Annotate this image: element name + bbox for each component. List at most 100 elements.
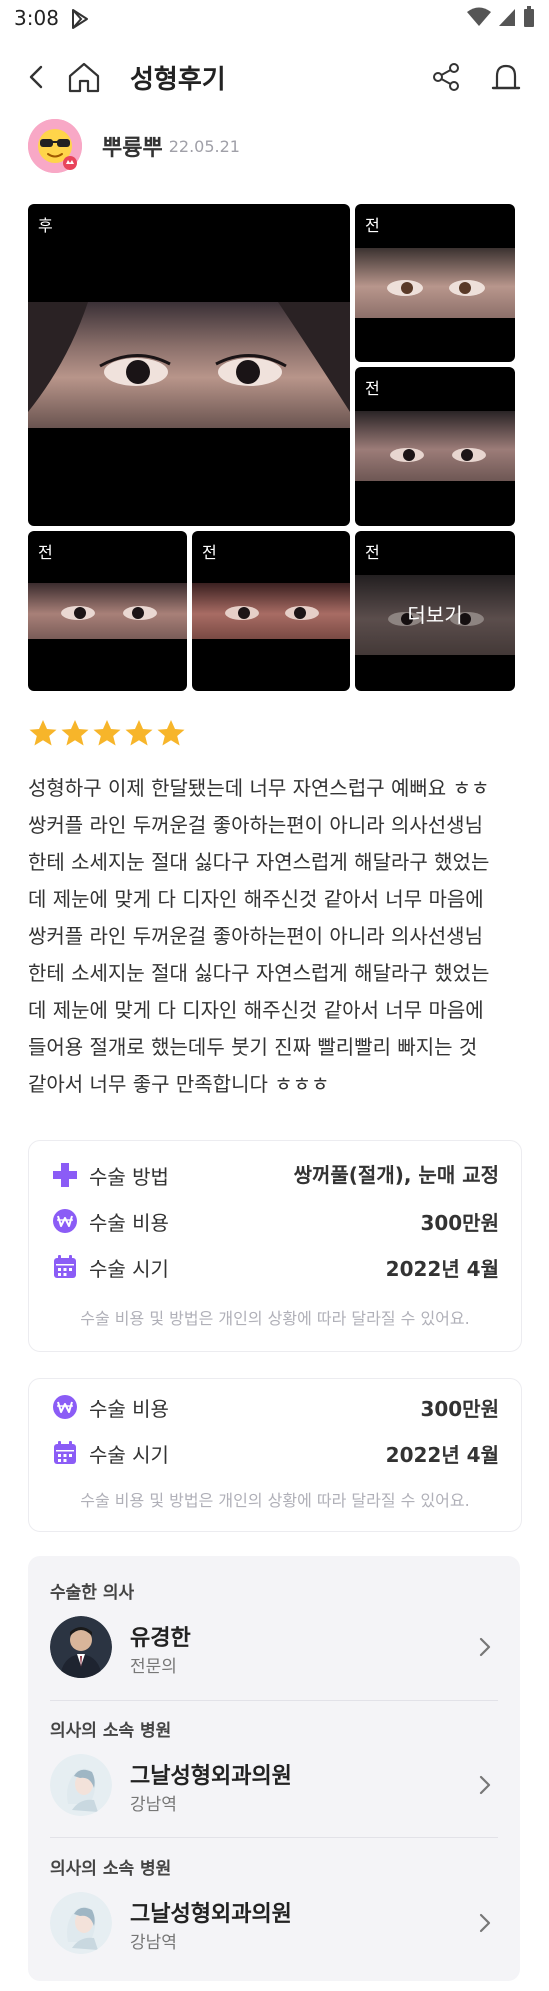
star-icon bbox=[61, 720, 89, 746]
plus-icon bbox=[51, 1161, 79, 1189]
hospital-location: 강남역 bbox=[130, 1795, 177, 1815]
share-button[interactable] bbox=[426, 57, 466, 97]
eye-photo-image bbox=[355, 411, 515, 481]
surgery-info-card-2: 수술 비용 300만원 수술 시기 2022년 4월 수술 비용 및 방법은 개… bbox=[28, 1378, 522, 1532]
doctor-title: 전문의 bbox=[130, 1657, 177, 1677]
won-icon bbox=[51, 1393, 79, 1421]
eyes-image bbox=[61, 606, 157, 620]
share-icon bbox=[433, 63, 459, 91]
photo-before-1[interactable]: 전 bbox=[355, 204, 515, 362]
review-line: 같아서 너무 좋구 만족합니다 ㅎㅎㅎ bbox=[28, 1072, 330, 1096]
surgery-time-value: 2022년 4월 bbox=[385, 1442, 499, 1467]
calendar-icon bbox=[51, 1253, 79, 1281]
eye-photo-image bbox=[28, 583, 187, 639]
battery-icon bbox=[524, 6, 534, 27]
eyes-image bbox=[28, 302, 350, 412]
chevron-left-icon bbox=[29, 65, 43, 89]
surgery-method-value: 쌍꺼풀(절개), 눈매 교정 bbox=[293, 1163, 499, 1187]
eye-photo-image bbox=[355, 248, 515, 318]
page-title: 성형후기 bbox=[130, 65, 226, 95]
photo-before-3[interactable]: 전 bbox=[28, 531, 187, 691]
author-name: 뿌륭뿌 bbox=[102, 136, 163, 161]
play-store-icon bbox=[70, 8, 90, 34]
review-line: 한테 소세지눈 절대 싫다구 자연스럽게 해달라구 했었는 bbox=[28, 850, 490, 874]
more-photos-label: 더보기 bbox=[407, 603, 463, 627]
author-avatar[interactable] bbox=[28, 119, 82, 173]
photo-before-4[interactable]: 전 bbox=[192, 531, 350, 691]
eyes-image bbox=[387, 280, 485, 296]
won-icon bbox=[51, 1207, 79, 1235]
surgery-method-label: 수술 방법 bbox=[89, 1164, 169, 1189]
divider bbox=[50, 1837, 498, 1838]
divider bbox=[50, 1700, 498, 1701]
surgery-time-value: 2022년 4월 bbox=[385, 1256, 499, 1281]
rating-stars bbox=[28, 718, 186, 748]
doctor-name: 유경한 bbox=[130, 1626, 191, 1651]
signal-icon bbox=[499, 9, 515, 26]
sunglasses-emoji-icon bbox=[28, 119, 82, 173]
review-line: 데 제눈에 맞게 다 디자인 해주신것 같아서 너무 마음에 bbox=[28, 998, 484, 1022]
surgery-time-label: 수술 시기 bbox=[89, 1442, 169, 1467]
surgery-cost-label: 수술 비용 bbox=[89, 1396, 169, 1421]
eye-photo-image bbox=[28, 302, 350, 428]
doctor-item[interactable]: 유경한 전문의 bbox=[50, 1616, 498, 1680]
surgery-cost-label: 수술 비용 bbox=[89, 1210, 169, 1235]
surgery-cost-value: 300만원 bbox=[420, 1396, 499, 1421]
review-line: 들어용 절개로 했는데두 붓기 진짜 빨리빨리 빠지는 것 bbox=[28, 1035, 478, 1059]
surgery-cost-value: 300만원 bbox=[420, 1210, 499, 1235]
eyes-image bbox=[225, 606, 319, 620]
star-icon bbox=[29, 720, 57, 746]
siren-icon bbox=[491, 64, 521, 90]
hospital-logo bbox=[50, 1892, 112, 1954]
doctor-photo bbox=[50, 1616, 112, 1678]
eye-photo-image bbox=[192, 583, 350, 639]
status-time: 3:08 bbox=[14, 6, 59, 30]
surgery-time-label: 수술 시기 bbox=[89, 1256, 169, 1281]
star-icon bbox=[93, 720, 121, 746]
home-icon bbox=[68, 62, 100, 93]
chevron-right-icon bbox=[472, 1910, 498, 1936]
doctor-heading: 수술한 의사 bbox=[50, 1583, 135, 1603]
hospital-logo bbox=[50, 1754, 112, 1816]
review-line: 성형하구 이제 한달됐는데 너무 자연스럽구 예뻐요 ㅎㅎ bbox=[28, 776, 490, 800]
surgery-info-note: 수술 비용 및 방법은 개인의 상황에 따라 달라질 수 있어요. bbox=[80, 1491, 470, 1510]
chevron-right-icon bbox=[472, 1772, 498, 1798]
review-line: 한테 소세지눈 절대 싫다구 자연스럽게 해달라구 했었는 bbox=[28, 961, 490, 985]
surgery-info-note: 수술 비용 및 방법은 개인의 상황에 따라 달라질 수 있어요. bbox=[80, 1309, 470, 1328]
report-button[interactable] bbox=[486, 57, 526, 97]
hospital-heading: 의사의 소속 병원 bbox=[50, 1859, 172, 1879]
photo-tag-before: 전 bbox=[202, 543, 217, 562]
home-button[interactable] bbox=[64, 57, 104, 97]
surgery-info-card: 수술 방법 쌍꺼풀(절개), 눈매 교정 수술 비용 300만원 수술 시기 2… bbox=[28, 1140, 522, 1352]
photo-before-5-more[interactable]: 전 더보기 bbox=[355, 531, 515, 691]
chevron-right-icon bbox=[472, 1634, 498, 1660]
surgery-cost-row: 수술 비용 300만원 bbox=[51, 1205, 499, 1237]
hospital-location: 강남역 bbox=[130, 1933, 177, 1953]
hospital-name: 그날성형외과의원 bbox=[130, 1764, 292, 1789]
back-button[interactable] bbox=[18, 59, 54, 95]
hospital-name: 그날성형외과의원 bbox=[130, 1902, 292, 1927]
photo-tag-before: 전 bbox=[365, 543, 380, 562]
post-date: 22.05.21 bbox=[168, 136, 240, 156]
hospital-heading: 의사의 소속 병원 bbox=[50, 1721, 172, 1741]
author-row: 뿌륭뿌 22.05.21 bbox=[28, 118, 240, 174]
photo-tag-before: 전 bbox=[365, 216, 380, 235]
surgery-method-row: 수술 방법 쌍꺼풀(절개), 눈매 교정 bbox=[51, 1159, 499, 1191]
status-bar: 3:08 bbox=[0, 0, 549, 40]
hospital-item[interactable]: 그날성형외과의원 강남역 bbox=[50, 1892, 498, 1956]
review-line: 데 제눈에 맞게 다 디자인 해주신것 같아서 너무 마음에 bbox=[28, 887, 484, 911]
photo-before-2[interactable]: 전 bbox=[355, 367, 515, 526]
review-text: 성형하구 이제 한달됐는데 너무 자연스럽구 예뻐요 ㅎㅎ 쌍커플 라인 두꺼운… bbox=[28, 770, 522, 1103]
photo-after-main[interactable]: 후 bbox=[28, 204, 350, 526]
doctor-hospital-section: 수술한 의사 유경한 전문의 의사의 소속 병원 그날성형외과의원 강남역 의사… bbox=[28, 1556, 520, 1981]
eyes-image bbox=[390, 448, 486, 462]
photo-tag-before: 전 bbox=[365, 379, 380, 398]
wifi-icon bbox=[467, 7, 491, 26]
hospital-item[interactable]: 그날성형외과의원 강남역 bbox=[50, 1754, 498, 1818]
system-icons bbox=[467, 6, 535, 28]
photo-tag-before: 전 bbox=[38, 543, 53, 562]
review-line: 쌍커플 라인 두꺼운걸 좋아하는편이 아니라 의사선생님 bbox=[28, 924, 483, 948]
review-line: 쌍커플 라인 두꺼운걸 좋아하는편이 아니라 의사선생님 bbox=[28, 813, 483, 837]
surgery-time-row: 수술 시기 2022년 4월 bbox=[51, 1251, 499, 1283]
calendar-icon bbox=[51, 1439, 79, 1467]
